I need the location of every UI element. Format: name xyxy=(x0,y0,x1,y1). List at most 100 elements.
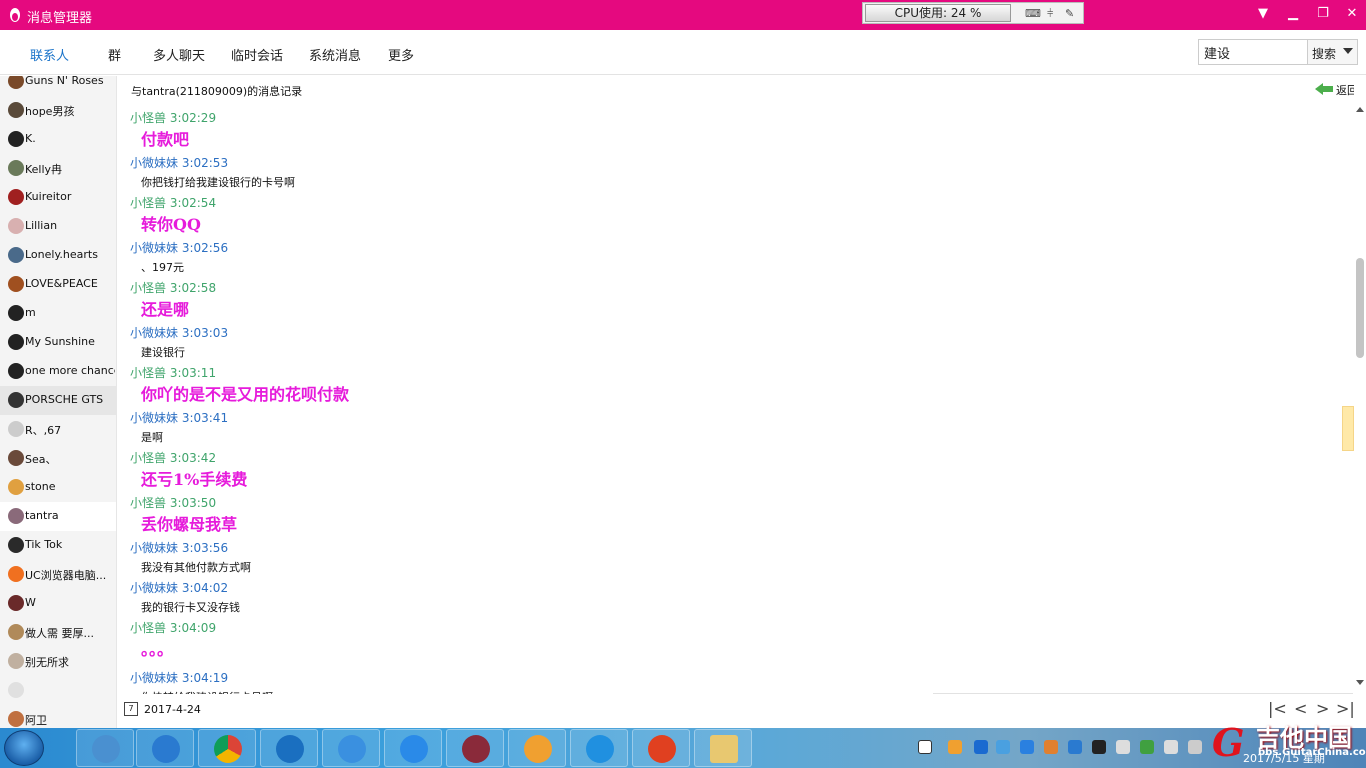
scrollbar[interactable] xyxy=(1354,76,1366,694)
contact-item[interactable]: Lonely.hearts xyxy=(0,241,116,270)
first-page-button[interactable]: |< xyxy=(1268,699,1287,718)
last-page-button[interactable]: >| xyxy=(1336,699,1355,718)
tab-temp-session[interactable]: 临时会话 xyxy=(231,45,283,64)
tray-volume-icon[interactable] xyxy=(1164,740,1178,754)
avatar xyxy=(8,624,24,640)
task-chrome[interactable] xyxy=(198,729,256,767)
tab-multi-chat[interactable]: 多人聊天 xyxy=(153,45,205,64)
avatar xyxy=(8,537,24,553)
task-app-cow[interactable] xyxy=(632,729,690,767)
start-button[interactable] xyxy=(4,730,44,766)
search-button[interactable]: 搜索 xyxy=(1307,39,1358,65)
chevron-down-icon xyxy=(1343,48,1353,54)
contact-item[interactable]: PORSCHE GTS xyxy=(0,386,116,415)
contact-item[interactable]: My Sunshine xyxy=(0,328,116,357)
contact-name: m xyxy=(25,306,36,319)
contact-item[interactable]: tantra xyxy=(0,502,116,531)
contact-item[interactable]: hope男孩 xyxy=(0,96,116,125)
tray-pen-icon[interactable] xyxy=(1020,740,1034,754)
task-kugou[interactable] xyxy=(260,729,318,767)
tab-system-messages[interactable]: 系统消息 xyxy=(309,45,361,64)
contact-item[interactable]: Kuireitor xyxy=(0,183,116,212)
contact-item[interactable]: R、,67 xyxy=(0,415,116,444)
contact-item[interactable]: K. xyxy=(0,125,116,154)
avatar-icon xyxy=(462,735,490,763)
maximize-button[interactable]: ❐ xyxy=(1315,6,1331,22)
minimize-button[interactable]: ▁ xyxy=(1285,6,1301,22)
tab-more[interactable]: 更多 xyxy=(388,45,414,64)
task-explorer[interactable] xyxy=(694,729,752,767)
back-button[interactable]: 返回 xyxy=(1314,82,1354,98)
task-app-box[interactable] xyxy=(508,729,566,767)
contact-item[interactable]: LOVE&PEACE xyxy=(0,270,116,299)
contact-item[interactable]: stone xyxy=(0,473,116,502)
dropdown-menu-icon[interactable]: ▼ xyxy=(1255,6,1271,22)
scroll-thumb[interactable] xyxy=(1356,258,1364,358)
task-app-bird[interactable] xyxy=(322,729,380,767)
contact-item[interactable]: 阿卫 xyxy=(0,705,116,728)
contact-name: PORSCHE GTS xyxy=(25,393,104,406)
keyboard-icon[interactable]: ⌨ xyxy=(1025,7,1041,20)
tray-network-icon[interactable] xyxy=(996,740,1010,754)
contact-item[interactable]: 做人需 要厚... xyxy=(0,618,116,647)
avatar xyxy=(8,508,24,524)
contact-name: Sea、 xyxy=(25,453,57,466)
tray-shield-icon[interactable] xyxy=(974,740,988,754)
message-header: 小微妹妹 3:03:56 xyxy=(130,541,229,555)
tray-qq-icon[interactable] xyxy=(1092,740,1106,754)
close-button[interactable]: ✕ xyxy=(1344,6,1360,22)
contact-item[interactable]: Guns N' Roses xyxy=(0,76,116,96)
task-app-fly[interactable] xyxy=(570,729,628,767)
prev-page-button[interactable]: < xyxy=(1294,699,1307,718)
title-bar: 消息管理器 CPU使用: 24 % ⌨ ⫩ ✎ ▼ ▁ ❐ ✕ xyxy=(0,0,1366,30)
contact-name: R、,67 xyxy=(25,424,62,437)
scroll-down-icon[interactable] xyxy=(1356,680,1364,685)
back-arrow-icon xyxy=(1314,83,1333,95)
tray-flag-icon[interactable] xyxy=(1140,740,1154,754)
avatar xyxy=(8,131,24,147)
task-ie[interactable] xyxy=(136,729,194,767)
search-input[interactable] xyxy=(1198,39,1308,65)
watermark-logo: G xyxy=(1212,720,1245,765)
tray-device-icon[interactable] xyxy=(1116,740,1130,754)
contact-item[interactable]: W xyxy=(0,589,116,618)
contact-item[interactable]: Lillian xyxy=(0,212,116,241)
contact-name: Kuireitor xyxy=(25,190,72,203)
calendar-icon[interactable]: 7 xyxy=(124,702,138,716)
wrench-icon[interactable]: ✎ xyxy=(1065,7,1074,20)
tab-contacts[interactable]: 联系人 xyxy=(30,45,69,64)
contact-item[interactable]: Tik Tok xyxy=(0,531,116,560)
tray-calendar-icon[interactable] xyxy=(918,740,932,754)
contact-item[interactable]: 别无所求 xyxy=(0,647,116,676)
tray-signal-icon[interactable] xyxy=(1188,740,1202,754)
watermark: G 吉他中国 bbs.GuitarChina.com xyxy=(1212,718,1366,766)
next-page-button[interactable]: > xyxy=(1316,699,1329,718)
task-qq-active[interactable] xyxy=(446,729,504,767)
message-text: 付款吧 xyxy=(141,130,190,149)
avatar xyxy=(8,479,24,495)
search-icon xyxy=(92,735,120,763)
tray-tool-icon[interactable] xyxy=(1068,740,1082,754)
contact-item[interactable]: UC浏览器电脑... xyxy=(0,560,116,589)
tray-box-icon[interactable] xyxy=(948,740,962,754)
contact-name: tantra xyxy=(25,509,59,522)
contact-item[interactable]: Sea、 xyxy=(0,444,116,473)
task-app-pen[interactable] xyxy=(384,729,442,767)
message-text: 还是哪 xyxy=(141,300,190,319)
contact-item[interactable]: one more chance xyxy=(0,357,116,386)
tray-fox-icon[interactable] xyxy=(1044,740,1058,754)
scroll-up-icon[interactable] xyxy=(1356,107,1364,112)
task-search[interactable] xyxy=(76,729,134,767)
message-text: 还亏1%手续费 xyxy=(141,470,248,489)
contact-item[interactable]: m xyxy=(0,299,116,328)
avatar xyxy=(8,305,24,321)
contact-item[interactable]: Kelly冉 xyxy=(0,154,116,183)
avatar xyxy=(8,218,24,234)
message-header: 小怪兽 3:02:58 xyxy=(130,281,217,295)
contact-item[interactable] xyxy=(0,676,116,705)
split-icon[interactable]: ⫩ xyxy=(1047,7,1053,21)
tab-groups[interactable]: 群 xyxy=(108,45,121,64)
message-text: 你把钱打给我建设银行的卡号啊 xyxy=(141,176,295,189)
window-title: 消息管理器 xyxy=(27,11,93,26)
bird-icon xyxy=(338,735,366,763)
